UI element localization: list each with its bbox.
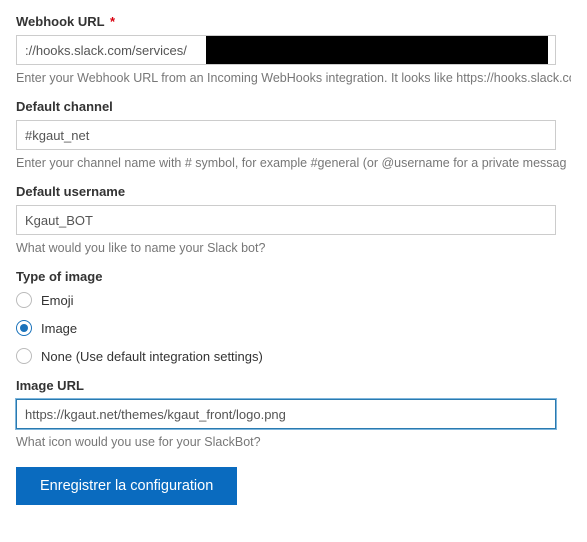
image-type-radios: Emoji Image None (Use default integratio… [16,292,571,364]
help-webhook-url: Enter your Webhook URL from an Incoming … [16,71,571,85]
help-image-url: What icon would you use for your SlackBo… [16,435,571,449]
required-mark: * [110,14,115,29]
default-username-input[interactable] [16,205,556,235]
radio-none-indicator [16,348,32,364]
radio-option-image[interactable]: Image [16,320,571,336]
field-default-username: Default username What would you like to … [16,184,571,255]
radio-image-indicator [16,320,32,336]
label-webhook-url-text: Webhook URL [16,14,104,29]
webhook-url-input[interactable] [16,35,556,65]
label-default-channel: Default channel [16,99,571,114]
field-default-channel: Default channel Enter your channel name … [16,99,571,170]
radio-image-label: Image [41,321,77,336]
label-image-type: Type of image [16,269,571,284]
radio-emoji-label: Emoji [41,293,74,308]
radio-option-emoji[interactable]: Emoji [16,292,571,308]
radio-emoji-indicator [16,292,32,308]
radio-none-label: None (Use default integration settings) [41,349,263,364]
field-image-url: Image URL What icon would you use for yo… [16,378,571,449]
label-default-username: Default username [16,184,571,199]
help-default-channel: Enter your channel name with # symbol, f… [16,156,571,170]
default-channel-input[interactable] [16,120,556,150]
field-webhook-url: Webhook URL * Enter your Webhook URL fro… [16,14,571,85]
label-image-url: Image URL [16,378,571,393]
radio-option-none[interactable]: None (Use default integration settings) [16,348,571,364]
label-webhook-url: Webhook URL * [16,14,571,29]
image-url-input[interactable] [16,399,556,429]
save-configuration-button[interactable]: Enregistrer la configuration [16,467,237,505]
field-image-type: Type of image Emoji Image None (Use defa… [16,269,571,364]
webhook-input-wrap [16,35,556,65]
help-default-username: What would you like to name your Slack b… [16,241,571,255]
